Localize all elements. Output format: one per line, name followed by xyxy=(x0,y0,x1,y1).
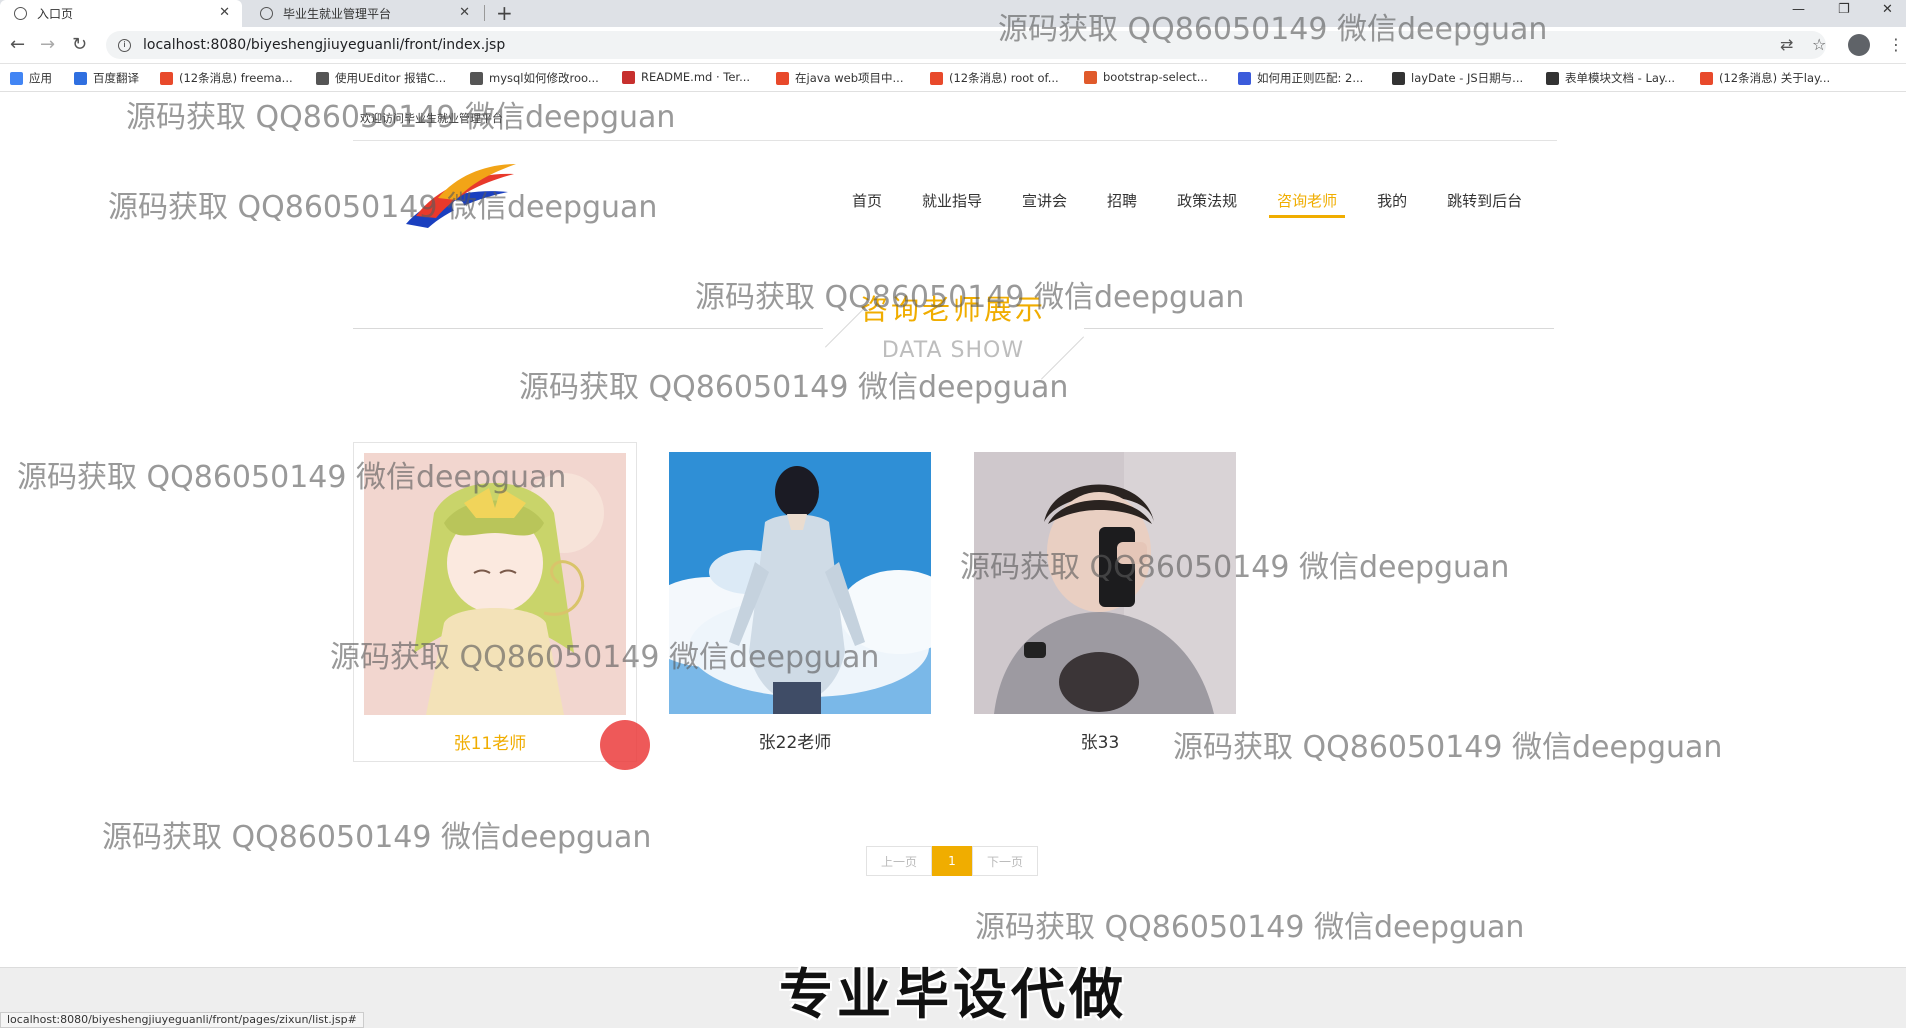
watermark-text: 源码获取 QQ86050149 微信deepguan xyxy=(102,820,652,855)
bookmark-item[interactable]: (12条消息) 关于lay... xyxy=(1700,70,1830,86)
bookmark-item[interactable]: layDate - JS日期与... xyxy=(1392,70,1523,86)
header-divider xyxy=(353,140,1557,141)
watermark-text: 源码获取 QQ86050149 微信deepguan xyxy=(975,910,1525,945)
bookmark-icon xyxy=(1700,71,1713,85)
bookmark-item[interactable]: 在java web项目中... xyxy=(776,70,904,86)
nav-item[interactable]: 跳转到后台 xyxy=(1447,190,1522,218)
nav-item[interactable]: 宣讲会 xyxy=(1022,190,1067,218)
star-icon[interactable]: ☆ xyxy=(1812,35,1826,54)
reload-icon[interactable]: ↻ xyxy=(72,34,87,55)
bookmark-label: 如何用正则匹配: 2... xyxy=(1257,71,1364,85)
bookmark-item[interactable]: (12条消息) root of... xyxy=(930,70,1059,86)
bookmark-icon xyxy=(160,71,173,85)
forward-icon[interactable]: → xyxy=(40,34,55,55)
watermark-text: 源码获取 QQ86050149 微信deepguan xyxy=(1173,730,1723,765)
nav-item[interactable]: 首页 xyxy=(852,190,882,218)
bookmark-item[interactable]: mysql如何修改roo... xyxy=(470,70,599,86)
bookmark-item[interactable]: (12条消息) freema... xyxy=(160,70,293,86)
nav-item[interactable]: 我的 xyxy=(1377,190,1407,218)
bookmark-label: (12条消息) 关于lay... xyxy=(1719,71,1831,85)
watermark-text: 源码获取 QQ86050149 微信deepguan xyxy=(330,640,880,675)
profile-avatar-icon[interactable] xyxy=(1848,34,1870,56)
nav-item[interactable]: 政策法规 xyxy=(1177,190,1237,218)
bookmark-icon xyxy=(1392,71,1405,85)
bookmark-icon xyxy=(470,71,483,85)
bookmark-icon xyxy=(622,70,635,84)
bookmark-label: 百度翻译 xyxy=(93,71,139,85)
current-page-button[interactable]: 1 xyxy=(932,846,972,876)
site-icon xyxy=(260,7,273,20)
bookmark-icon xyxy=(1084,70,1097,84)
watermark-text: 源码获取 QQ86050149 微信deepguan xyxy=(998,12,1548,47)
bookmark-item[interactable]: README.md · Ter... xyxy=(622,70,750,84)
section-subtitle: DATA SHOW xyxy=(881,338,1025,363)
section-line-right xyxy=(1084,328,1554,329)
nav-item[interactable]: 咨询老师 xyxy=(1269,190,1346,218)
browser-tab[interactable]: 毕业生就业管理平台 ✕ xyxy=(246,0,482,27)
bookmark-icon xyxy=(776,71,789,85)
window-close-icon[interactable]: ✕ xyxy=(1882,2,1893,17)
nav-item[interactable]: 招聘 xyxy=(1107,190,1137,218)
teacher-card[interactable]: 张22老师 xyxy=(659,442,943,762)
nav-item[interactable]: 就业指导 xyxy=(922,190,982,218)
globe-icon xyxy=(14,7,27,20)
address-bar[interactable]: i localhost:8080/biyeshengjiuyeguanli/fr… xyxy=(106,31,1826,59)
bookmark-label: 在java web项目中... xyxy=(795,71,904,85)
bookmark-item[interactable]: 表单模块文档 - Lay... xyxy=(1546,70,1675,86)
bookmark-item[interactable]: 百度翻译 xyxy=(74,70,139,86)
teacher-name[interactable]: 张11老师 xyxy=(354,729,626,754)
bookmark-label: 应用 xyxy=(29,71,52,85)
bookmark-icon xyxy=(930,71,943,85)
bookmark-icon xyxy=(10,71,23,85)
mouse-cursor-highlight xyxy=(600,720,650,770)
bookmark-label: README.md · Ter... xyxy=(641,70,751,84)
bookmark-icon xyxy=(1546,71,1559,85)
translate-icon[interactable]: ⇄ xyxy=(1780,35,1793,54)
bookmark-label: layDate - JS日期与... xyxy=(1411,71,1524,85)
info-icon[interactable]: i xyxy=(118,38,131,52)
watermark-text: 源码获取 QQ86050149 微信deepguan xyxy=(17,460,567,495)
bookmarks-bar: 应用 百度翻译 (12条消息) freema... 使用UEditor 报错C... m… xyxy=(0,64,1906,92)
bookmark-icon xyxy=(316,71,329,85)
restore-icon[interactable]: ❐ xyxy=(1838,2,1850,17)
bookmark-label: (12条消息) root of... xyxy=(949,71,1059,85)
bookmark-icon xyxy=(74,71,87,85)
browser-tab-bar: 入口页 ✕ 毕业生就业管理平台 ✕ + — ❐ ✕ xyxy=(0,0,1906,27)
close-icon[interactable]: ✕ xyxy=(219,5,230,20)
tab-divider xyxy=(484,5,485,21)
teacher-card[interactable]: 张33 xyxy=(964,442,1248,762)
browser-toolbar: ← → ↻ i localhost:8080/biyeshengjiuyegua… xyxy=(0,27,1906,64)
back-icon[interactable]: ← xyxy=(10,34,25,55)
watermark-text: 源码获取 QQ86050149 微信deepguan xyxy=(960,550,1510,585)
bookmark-label: bootstrap-select... xyxy=(1103,70,1208,84)
bookmark-item[interactable]: 应用 xyxy=(10,70,52,86)
promo-banner: 专业毕设代做 xyxy=(779,963,1127,1026)
next-page-button[interactable]: 下一页 xyxy=(972,846,1038,876)
bookmark-label: 使用UEditor 报错C... xyxy=(335,71,447,85)
bookmark-icon xyxy=(1238,71,1251,85)
bookmark-item[interactable]: 如何用正则匹配: 2... xyxy=(1238,70,1363,86)
bookmark-item[interactable]: bootstrap-select... xyxy=(1084,70,1208,84)
prev-page-button[interactable]: 上一页 xyxy=(866,846,932,876)
bookmark-label: mysql如何修改roo... xyxy=(489,71,599,85)
tab-title: 毕业生就业管理平台 xyxy=(283,7,392,21)
section-line-left xyxy=(353,328,823,329)
main-nav: 首页 就业指导 宣讲会 招聘 政策法规 咨询老师 我的 跳转到后台 xyxy=(852,190,1562,218)
watermark-text: 源码获取 QQ86050149 微信deepguan xyxy=(126,100,676,135)
bookmark-label: (12条消息) freema... xyxy=(179,71,293,85)
bookmark-label: 表单模块文档 - Lay... xyxy=(1565,71,1676,85)
menu-icon[interactable]: ⋮ xyxy=(1888,35,1904,54)
watermark-text: 源码获取 QQ86050149 微信deepguan xyxy=(519,370,1069,405)
minimize-icon[interactable]: — xyxy=(1792,2,1805,17)
browser-tab-active[interactable]: 入口页 ✕ xyxy=(0,0,242,27)
close-icon[interactable]: ✕ xyxy=(459,5,470,20)
new-tab-icon[interactable]: + xyxy=(496,1,513,25)
watermark-text: 源码获取 QQ86050149 微信deepguan xyxy=(695,280,1245,315)
url-text: localhost:8080/biyeshengjiuyeguanli/fron… xyxy=(143,37,506,53)
watermark-text: 源码获取 QQ86050149 微信deepguan xyxy=(108,190,658,225)
bookmark-item[interactable]: 使用UEditor 报错C... xyxy=(316,70,446,86)
teacher-name[interactable]: 张22老师 xyxy=(659,728,931,753)
pagination: 上一页 1 下一页 xyxy=(866,846,1038,876)
tab-title: 入口页 xyxy=(37,7,74,21)
